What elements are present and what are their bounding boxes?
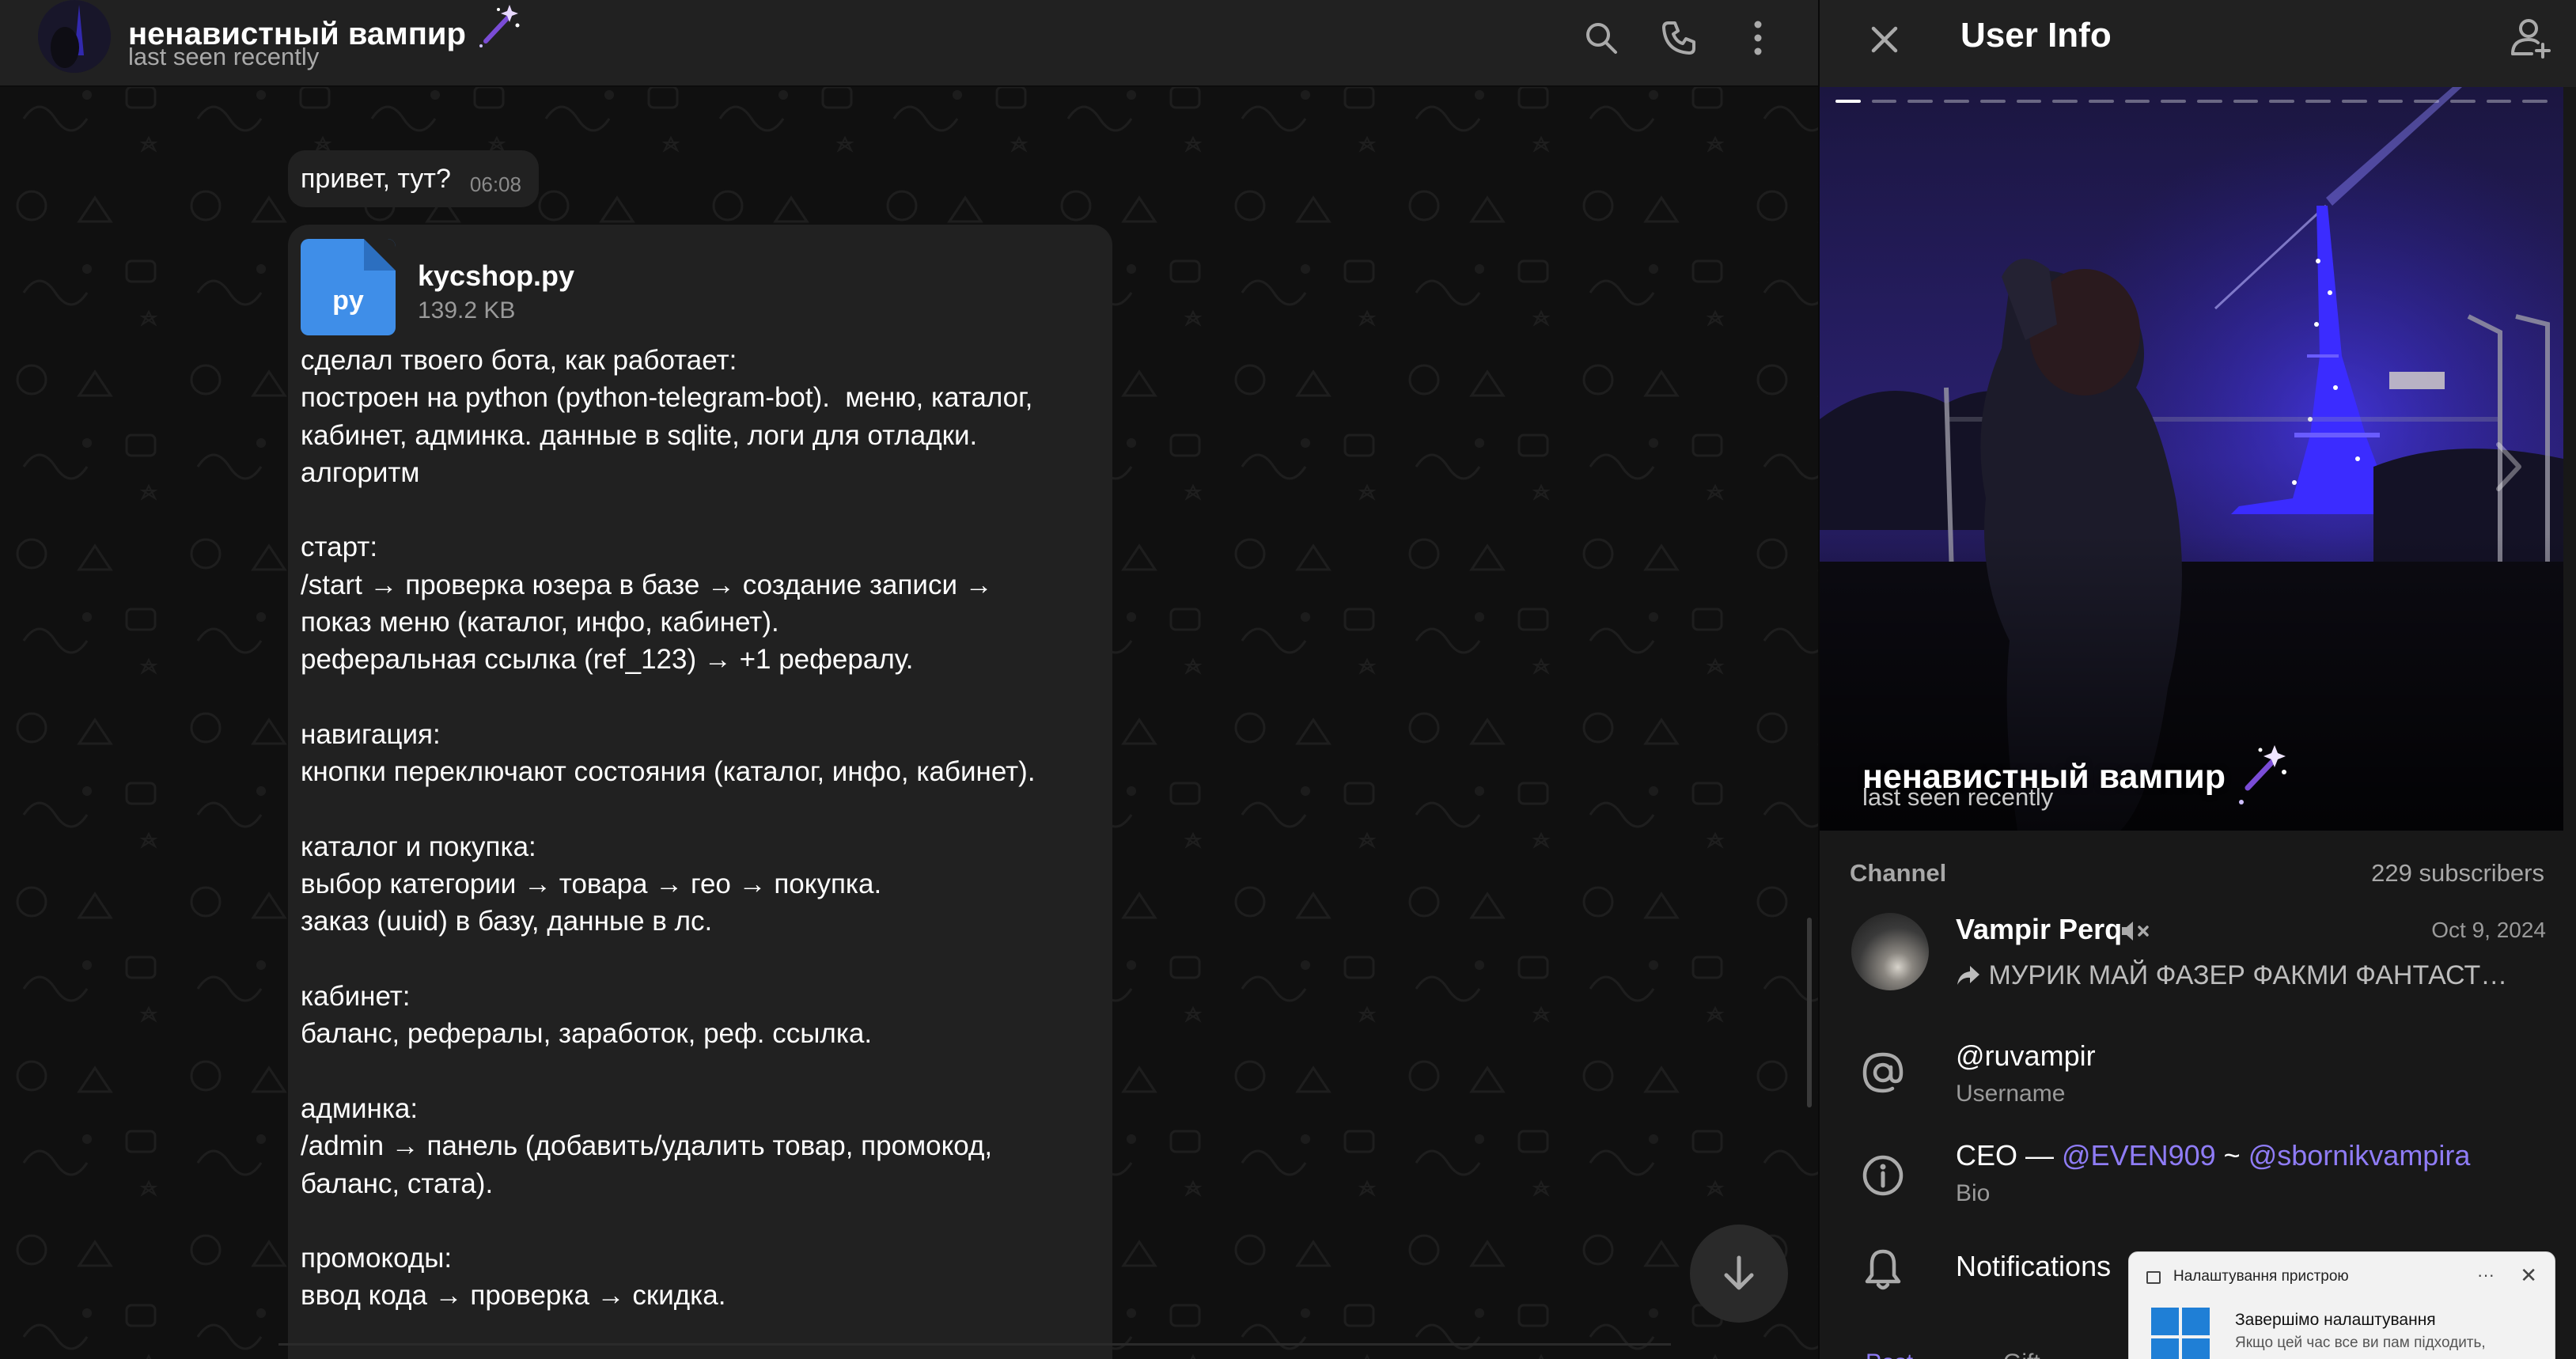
info-title: User Info: [1960, 16, 2112, 55]
notifications-label[interactable]: Notifications: [1956, 1250, 2111, 1283]
message-time: 06:08: [469, 172, 521, 196]
channel-name[interactable]: Vampir Perq: [1956, 913, 2122, 946]
photo-page-indicator[interactable]: [2341, 100, 2367, 103]
photo-page-indicator[interactable]: [1944, 100, 1969, 103]
message-text: привет, тут?: [301, 163, 451, 194]
chevron-right-icon[interactable]: [2484, 435, 2532, 498]
photo-page-indicator[interactable]: [2233, 100, 2259, 103]
bell-icon: [1859, 1245, 1907, 1293]
close-icon[interactable]: [1859, 14, 1910, 65]
composer-edge: [278, 1343, 1671, 1346]
chat-avatar[interactable]: [38, 0, 111, 73]
photo-page-indicator[interactable]: [2016, 100, 2042, 103]
username-value[interactable]: @ruvampir: [1956, 1039, 2096, 1073]
info-circle-icon: [1859, 1152, 1907, 1199]
bio-link-even909[interactable]: @EVEN909: [2062, 1139, 2216, 1172]
system-notification-toast[interactable]: Налаштування пристрою ··· ✕ Завершімо на…: [2128, 1251, 2555, 1359]
photo-page-indicator[interactable]: [1907, 100, 1934, 103]
tab-posts[interactable]: Post: [1866, 1350, 1913, 1359]
channel-avatar[interactable]: [1851, 913, 1929, 990]
photo-page-indicator[interactable]: [1871, 100, 1897, 103]
file-name[interactable]: kycshop.py: [418, 259, 574, 293]
photo-page-indicator[interactable]: [2052, 100, 2078, 103]
channel-last-post[interactable]: МУРИК МАЙ ФАЗЕР ФАКМИ ФАНТАСТ…: [1956, 960, 2507, 991]
photo-page-indicator[interactable]: [2269, 100, 2295, 103]
phone-icon[interactable]: [1655, 14, 1703, 62]
settings-app-icon: [2146, 1271, 2161, 1284]
channel-subscribers: 229 subscribers: [2371, 859, 2544, 887]
muted-icon: [2122, 922, 2149, 941]
sparkles-icon: [479, 5, 520, 47]
avatar-photo: [38, 0, 111, 73]
photo-page-indicator[interactable]: [1979, 100, 2006, 103]
chat-pane: ненавистный вампир last seen recently пр…: [0, 0, 1818, 1359]
user-info-pane: User Info ненавистный вампир last seen r…: [1818, 0, 2576, 1359]
sparkles-icon: [2238, 745, 2286, 804]
photo-page-indicator[interactable]: [2522, 100, 2548, 103]
bio-label: Bio: [1956, 1180, 1991, 1206]
windows-logo-icon: [2151, 1308, 2210, 1359]
photo-pagination: [1835, 100, 2548, 104]
photo-page-indicator[interactable]: [2486, 100, 2512, 103]
info-header: User Info: [1820, 0, 2576, 87]
photo-page-indicator[interactable]: [2449, 100, 2476, 103]
toast-body: Якщо цей час все ви пам підходить,: [2235, 1334, 2486, 1351]
photo-page-indicator[interactable]: [2305, 100, 2331, 103]
file-icon[interactable]: py: [301, 239, 396, 335]
more-horizontal-icon[interactable]: ···: [2477, 1265, 2495, 1285]
channel-post-date: Oct 9, 2024: [2431, 918, 2546, 942]
photo-page-indicator[interactable]: [2088, 100, 2114, 103]
message-file[interactable]: py kycshop.py 139.2 KB сделал твоего бот…: [288, 225, 1112, 1359]
chat-scrollbar[interactable]: [1807, 918, 1812, 1107]
chat-status: last seen recently: [128, 43, 320, 70]
add-contact-icon[interactable]: [2505, 13, 2555, 63]
photo-page-indicator[interactable]: [2414, 100, 2439, 103]
toast-app-name: Налаштування пристрою: [2173, 1268, 2349, 1285]
username-label: Username: [1956, 1081, 2066, 1107]
file-size: 139.2 KB: [418, 297, 516, 324]
profile-status: last seen recently: [1862, 783, 2054, 811]
profile-photo-image: [1820, 87, 2563, 831]
scroll-down-button[interactable]: [1690, 1225, 1788, 1323]
search-icon[interactable]: [1578, 14, 1625, 62]
more-vertical-icon[interactable]: [1734, 14, 1782, 62]
channel-last-post-text: МУРИК МАЙ ФАЗЕР ФАКМИ ФАНТАСТ…: [1988, 960, 2508, 990]
bio-separator: ~: [2215, 1139, 2248, 1172]
photo-page-indicator[interactable]: [2197, 100, 2222, 103]
message-greeting[interactable]: привет, тут? 06:08: [288, 150, 539, 207]
toast-title: Завершімо налаштування: [2235, 1311, 2436, 1329]
bio-prefix: CEO —: [1956, 1139, 2063, 1172]
file-extension: py: [332, 286, 364, 316]
photo-page-indicator[interactable]: [2124, 100, 2150, 103]
at-sign-icon: [1859, 1049, 1907, 1096]
close-icon[interactable]: ✕: [2520, 1263, 2537, 1288]
bio-text: CEO — @EVEN909 ~ @sbornikvampira: [1956, 1139, 2470, 1172]
photo-page-indicator[interactable]: [2377, 100, 2404, 103]
photo-page-indicator[interactable]: [1835, 100, 1861, 103]
chat-header: ненавистный вампир last seen recently: [0, 0, 1818, 87]
arrow-down-icon: [1724, 1255, 1754, 1290]
profile-photo[interactable]: ненавистный вампир last seen recently: [1820, 87, 2563, 831]
photo-page-indicator[interactable]: [2161, 100, 2187, 103]
bio-link-sbornikvampira[interactable]: @sbornikvampira: [2248, 1139, 2471, 1172]
channel-label: Channel: [1850, 859, 1947, 887]
tab-gifts[interactable]: Gift: [2003, 1350, 2040, 1359]
message-caption: сделал твоего бота, как работает: постро…: [301, 345, 1036, 1312]
forward-icon: [1957, 966, 1979, 985]
